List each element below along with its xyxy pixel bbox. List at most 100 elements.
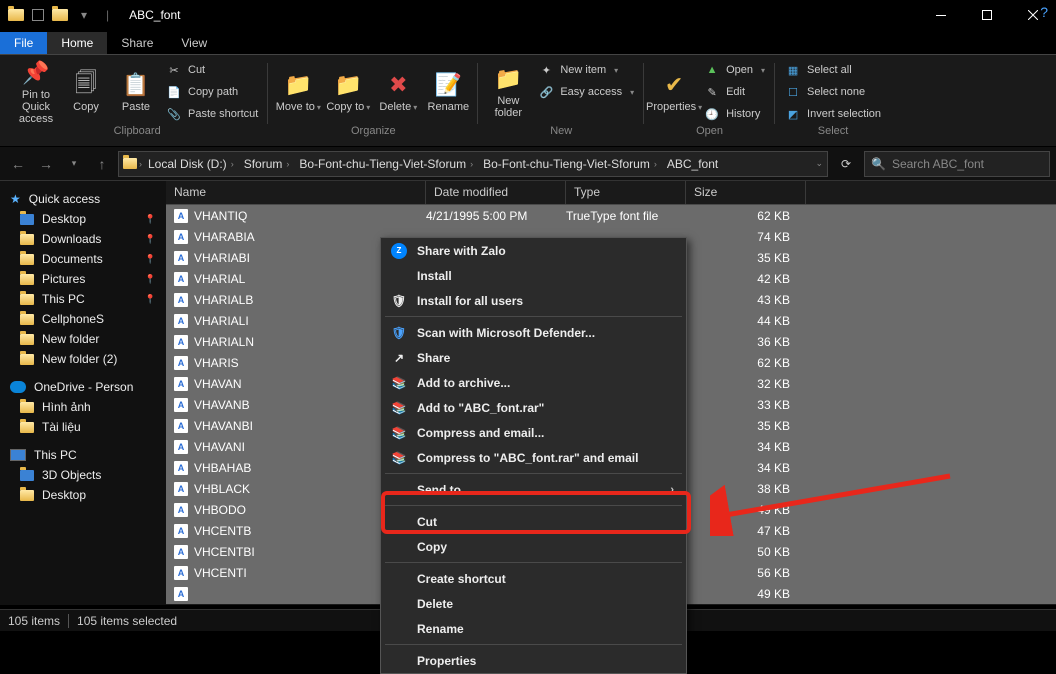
sidebar-item[interactable]: New folder [0, 329, 166, 349]
minimize-button[interactable] [918, 0, 964, 30]
ctx-delete[interactable]: Delete [381, 591, 686, 616]
sidebar-item[interactable]: Desktop📍 [0, 209, 166, 229]
window-title: ABC_font [129, 8, 180, 22]
sidebar-item[interactable]: New folder (2) [0, 349, 166, 369]
help-icon[interactable]: ? [1040, 4, 1048, 20]
ctx-cut[interactable]: Cut [381, 509, 686, 534]
recent-dropdown[interactable]: ▾ [62, 152, 86, 176]
breadcrumb-seg[interactable]: Bo-Font-chu-Tieng-Viet-Sforum› [479, 157, 661, 171]
close-button[interactable] [1010, 0, 1056, 30]
column-date[interactable]: Date modified [426, 181, 566, 204]
select-all-icon: ▦ [785, 64, 801, 77]
breadcrumb-seg[interactable]: Local Disk (D:)› [144, 157, 238, 171]
edit-icon: ✎ [704, 86, 720, 99]
delete-button[interactable]: ✖Delete▾ [374, 59, 422, 125]
sidebar-item[interactable]: 3D Objects [0, 465, 166, 485]
sidebar-item[interactable]: Downloads📍 [0, 229, 166, 249]
tab-share[interactable]: Share [107, 32, 167, 54]
folder-icon [20, 402, 34, 413]
file-row[interactable]: AVHANTIQ4/21/1995 5:00 PMTrueType font f… [166, 205, 1056, 226]
refresh-button[interactable]: ⟳ [832, 151, 860, 177]
sidebar-item[interactable]: Pictures📍 [0, 269, 166, 289]
sidebar-this-pc[interactable]: This PC [0, 445, 166, 465]
overflow-icon[interactable]: ▾ [76, 7, 92, 23]
breadcrumb-dropdown[interactable]: ⌄ [815, 158, 823, 169]
folder-icon [20, 214, 34, 225]
paste-button[interactable]: 📋Paste [112, 59, 160, 125]
edit-button[interactable]: ✎Edit [700, 81, 769, 103]
new-folder-button[interactable]: 📁New folder [484, 59, 532, 125]
ctx-compress-email[interactable]: 📚Compress and email... [381, 420, 686, 445]
pin-quick-access-button[interactable]: 📌Pin to Quick access [12, 59, 60, 125]
tab-home[interactable]: Home [47, 32, 107, 54]
ctx-copy[interactable]: Copy [381, 534, 686, 559]
pin-icon: 📌 [22, 59, 50, 87]
sidebar-item[interactable]: Tài liệu [0, 417, 166, 437]
sidebar-item[interactable]: Desktop [0, 485, 166, 505]
ctx-install-all[interactable]: 🛡Install for all users [381, 288, 686, 313]
maximize-button[interactable] [964, 0, 1010, 30]
invert-icon: ◩ [785, 108, 801, 121]
paste-icon: 📋 [122, 71, 150, 99]
checkbox-icon[interactable] [32, 9, 44, 21]
breadcrumb[interactable]: › Local Disk (D:)› Sforum› Bo-Font-chu-T… [118, 151, 828, 177]
back-button[interactable]: ← [6, 152, 30, 176]
open-button[interactable]: ▲Open▾ [700, 59, 769, 81]
breadcrumb-seg[interactable]: Bo-Font-chu-Tieng-Viet-Sforum› [295, 157, 477, 171]
sidebar-quick-access[interactable]: ★Quick access [0, 189, 166, 209]
defender-icon: 🛡 [391, 325, 407, 341]
new-item-icon: ✦ [538, 64, 554, 77]
select-none-button[interactable]: ☐Select none [781, 81, 885, 103]
select-all-button[interactable]: ▦Select all [781, 59, 885, 81]
tab-file[interactable]: File [0, 32, 47, 54]
folder-icon [20, 254, 34, 265]
ctx-install[interactable]: Install [381, 263, 686, 288]
sidebar-item[interactable]: Hình ảnh [0, 397, 166, 417]
sidebar-item[interactable]: CellphoneS [0, 309, 166, 329]
copy-button[interactable]: 🗐Copy [62, 59, 110, 125]
ctx-compress-rar[interactable]: 📚Compress to "ABC_font.rar" and email [381, 445, 686, 470]
drive-icon [123, 158, 137, 169]
ctx-create-shortcut[interactable]: Create shortcut [381, 566, 686, 591]
sidebar-onedrive[interactable]: OneDrive - Person [0, 377, 166, 397]
move-to-button[interactable]: 📁Move to▾ [274, 59, 322, 125]
column-name[interactable]: Name [166, 181, 426, 204]
share-icon: ↗ [391, 350, 407, 366]
ctx-rename[interactable]: Rename [381, 616, 686, 641]
breadcrumb-seg[interactable]: ABC_font [663, 157, 722, 171]
copy-to-button[interactable]: 📁Copy to▾ [324, 59, 372, 125]
ctx-share[interactable]: ↗Share [381, 345, 686, 370]
ctx-send-to[interactable]: Send to› [381, 477, 686, 502]
breadcrumb-seg[interactable]: Sforum› [240, 157, 294, 171]
font-file-icon: A [174, 482, 188, 496]
easy-access-button[interactable]: 🔗Easy access▾ [534, 81, 638, 103]
pin-icon: 📍 [145, 274, 156, 285]
properties-button[interactable]: ✔Properties▾ [650, 59, 698, 125]
ctx-add-archive[interactable]: 📚Add to archive... [381, 370, 686, 395]
folder-icon [20, 354, 34, 365]
sidebar-item[interactable]: Documents📍 [0, 249, 166, 269]
column-type[interactable]: Type [566, 181, 686, 204]
sidebar-item[interactable]: This PC📍 [0, 289, 166, 309]
history-button[interactable]: 🕘History [700, 103, 769, 125]
cut-button[interactable]: ✂Cut [162, 59, 262, 81]
folder-icon [20, 490, 34, 501]
folder-icon [8, 7, 24, 23]
paste-shortcut-button[interactable]: 📎Paste shortcut [162, 103, 262, 125]
copy-path-button[interactable]: 📄Copy path [162, 81, 262, 103]
column-size[interactable]: Size [686, 181, 806, 204]
ctx-properties[interactable]: Properties [381, 648, 686, 673]
up-button[interactable]: ↑ [90, 152, 114, 176]
new-item-button[interactable]: ✦New item▾ [534, 59, 638, 81]
search-input[interactable]: 🔍 Search ABC_font [864, 151, 1050, 177]
ctx-share-zalo[interactable]: ZShare with Zalo [381, 238, 686, 263]
forward-button[interactable]: → [34, 152, 58, 176]
history-icon: 🕘 [704, 108, 720, 121]
tab-view[interactable]: View [167, 32, 221, 54]
ctx-scan[interactable]: 🛡Scan with Microsoft Defender... [381, 320, 686, 345]
font-file-icon: A [174, 440, 188, 454]
ctx-add-rar[interactable]: 📚Add to "ABC_font.rar" [381, 395, 686, 420]
rename-button[interactable]: 📝Rename [424, 59, 472, 125]
invert-selection-button[interactable]: ◩Invert selection [781, 103, 885, 125]
easy-access-icon: 🔗 [538, 86, 554, 99]
